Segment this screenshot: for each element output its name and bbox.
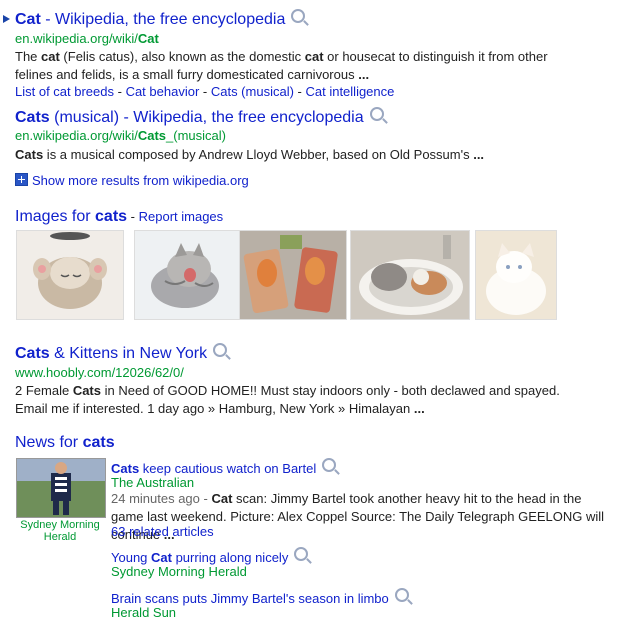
images-heading-link[interactable]: Images for cats bbox=[15, 208, 127, 225]
sitelink[interactable]: Cats (musical) bbox=[211, 84, 294, 99]
snippet-bold: cat bbox=[41, 49, 60, 64]
title-bold: Cat bbox=[151, 550, 172, 565]
result-3-title-link[interactable]: Cats & Kittens in New York bbox=[15, 345, 207, 362]
sitelink[interactable]: Cat intelligence bbox=[305, 84, 394, 99]
separator: - bbox=[127, 209, 139, 224]
result-arrow-icon bbox=[3, 15, 10, 23]
related-articles-link[interactable]: 63 related articles bbox=[111, 524, 214, 540]
heading-text: News for bbox=[15, 434, 83, 451]
title-text: purring along nicely bbox=[171, 550, 289, 565]
snippet-ellipsis: ... bbox=[473, 147, 485, 162]
image-thumbnail-1[interactable] bbox=[16, 230, 124, 320]
result-2-url: en.wikipedia.org/wiki/Cats_(musical) bbox=[15, 128, 226, 144]
image-thumbnail-2[interactable] bbox=[134, 230, 242, 320]
plus-icon[interactable] bbox=[15, 173, 28, 186]
news-item-2-source: Sydney Morning Herald bbox=[111, 564, 247, 579]
result-3-title[interactable]: Cats & Kittens in New York bbox=[15, 343, 228, 364]
heading-text: Images for bbox=[15, 208, 96, 225]
images-heading: Images for cats - Report images bbox=[15, 208, 223, 226]
show-more-link[interactable]: Show more results from wikipedia.org bbox=[32, 173, 249, 188]
cats-on-chairs-photo bbox=[240, 231, 346, 319]
title-bold-term: Cats bbox=[15, 345, 50, 362]
preview-magnifier-icon[interactable] bbox=[322, 458, 337, 472]
news-item-1-source: The Australian bbox=[111, 475, 195, 490]
result-1-title[interactable]: Cat - Wikipedia, the free encyclopedia bbox=[15, 9, 306, 30]
image-thumbnail-3[interactable] bbox=[239, 230, 347, 320]
white-cat-photo bbox=[476, 231, 556, 319]
preview-magnifier-icon[interactable] bbox=[294, 547, 309, 561]
news-heading-link[interactable]: News for cats bbox=[15, 434, 115, 451]
snippet-bold: Cat bbox=[211, 491, 233, 506]
result-1-snippet: The cat (Felis catus), also known as the… bbox=[15, 48, 575, 84]
snippet-ellipsis: ... bbox=[413, 401, 425, 416]
news-item-3-source: Herald Sun bbox=[111, 605, 177, 620]
result-2-title-link[interactable]: Cats (musical) - Wikipedia, the free enc… bbox=[15, 109, 364, 126]
preview-magnifier-icon[interactable] bbox=[291, 9, 306, 23]
url-bold: Cats bbox=[137, 128, 167, 143]
news-item-1-link[interactable]: Cats keep cautious watch on Bartel bbox=[111, 461, 316, 476]
result-1-sitelinks: List of cat breeds - Cat behavior - Cats… bbox=[15, 84, 395, 99]
title-text: (musical) - Wikipedia, the free encyclop… bbox=[49, 109, 364, 126]
title-text: keep cautious watch on Bartel bbox=[139, 461, 317, 476]
news-item-2-link[interactable]: Young Cat purring along nicely bbox=[111, 550, 288, 565]
snippet-text: 2 Female bbox=[15, 383, 73, 398]
snippet-bold: Cats bbox=[15, 147, 44, 162]
preview-magnifier-icon[interactable] bbox=[213, 343, 228, 357]
title-bold-term: Cats bbox=[15, 109, 50, 126]
yawning-kitten-photo bbox=[135, 231, 241, 319]
url-text: en.wikipedia.org/wiki/ bbox=[15, 31, 138, 46]
url-bold: Cat bbox=[137, 31, 159, 46]
cats-in-sink-photo bbox=[351, 231, 469, 319]
title-text: Young bbox=[111, 550, 152, 565]
show-more-results[interactable]: Show more results from wikipedia.org bbox=[15, 173, 249, 189]
result-1-url: en.wikipedia.org/wiki/Cat bbox=[15, 31, 159, 47]
sitelink[interactable]: Cat behavior bbox=[126, 84, 200, 99]
news-timestamp: 24 minutes ago - bbox=[111, 491, 212, 506]
result-3-snippet: 2 Female Cats in Need of GOOD HOME!! Mus… bbox=[15, 382, 575, 418]
image-thumbnail-5[interactable] bbox=[475, 230, 557, 320]
result-2-title[interactable]: Cats (musical) - Wikipedia, the free enc… bbox=[15, 107, 384, 128]
preview-magnifier-icon[interactable] bbox=[369, 107, 384, 121]
snippet-bold: cat bbox=[304, 49, 324, 64]
url-text: en.wikipedia.org/wiki/ bbox=[15, 128, 138, 143]
footballer-photo bbox=[17, 459, 105, 517]
url-text: _(musical) bbox=[166, 128, 226, 143]
heading-bold: cats bbox=[95, 208, 128, 225]
snippet-text: The bbox=[15, 49, 42, 64]
preview-magnifier-icon[interactable] bbox=[394, 588, 409, 602]
result-2-snippet: Cats is a musical composed by Andrew Llo… bbox=[15, 146, 484, 164]
sitelink[interactable]: List of cat breeds bbox=[15, 84, 114, 99]
title-bold: Cats bbox=[111, 461, 140, 476]
title-text: & Kittens in New York bbox=[49, 345, 208, 362]
image-thumbnail-4[interactable] bbox=[350, 230, 470, 320]
news-thumbnail[interactable] bbox=[16, 458, 106, 518]
snippet-text: is a musical composed by Andrew Lloyd We… bbox=[43, 147, 474, 162]
related-articles-text[interactable]: 63 related articles bbox=[111, 524, 214, 539]
title-text: Brain scans puts Jimmy Bartel's season i… bbox=[111, 591, 389, 606]
news-item-3-link[interactable]: Brain scans puts Jimmy Bartel's season i… bbox=[111, 591, 389, 606]
report-images-link[interactable]: Report images bbox=[139, 209, 224, 224]
result-3-url: www.hoobly.com/12026/62/0/ bbox=[15, 365, 184, 380]
kitten-photo bbox=[17, 231, 123, 319]
news-thumb-caption[interactable]: Sydney Morning Herald bbox=[14, 519, 106, 543]
title-bold-term: Cat bbox=[15, 11, 41, 28]
snippet-ellipsis: ... bbox=[358, 67, 370, 82]
result-1-title-link[interactable]: Cat - Wikipedia, the free encyclopedia bbox=[15, 11, 285, 28]
snippet-bold: Cats bbox=[72, 383, 101, 398]
title-text: - Wikipedia, the free encyclopedia bbox=[40, 11, 286, 28]
snippet-text: (Felis catus), also known as the domesti… bbox=[59, 49, 305, 64]
news-heading[interactable]: News for cats bbox=[15, 434, 115, 452]
heading-bold: cats bbox=[82, 434, 115, 451]
